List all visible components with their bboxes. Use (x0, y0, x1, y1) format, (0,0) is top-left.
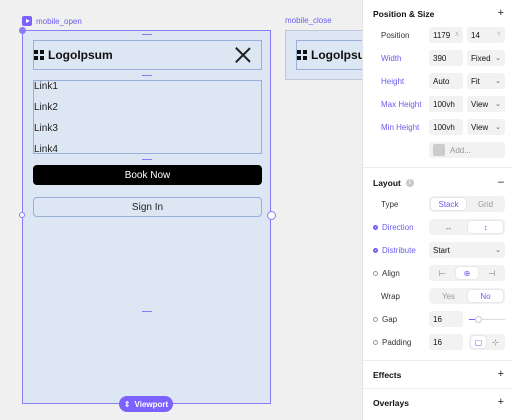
add-icon[interactable]: + (498, 8, 504, 19)
height-mode-select[interactable]: Fit ⌄ (467, 73, 505, 89)
spacing-marker (142, 75, 152, 76)
info-icon[interactable]: i (405, 179, 414, 187)
vertical-resize-icon: ⇕ (123, 399, 131, 409)
section-title-effects: Effects (373, 370, 402, 380)
position-x-input[interactable]: 1179 X (429, 27, 463, 43)
min-height-label: Min Height (381, 123, 420, 132)
max-height-input[interactable]: 100vh (429, 96, 463, 112)
navbar: LogoIpsum (33, 40, 262, 70)
divider (363, 388, 512, 389)
align-toggle: ⊢ ⊕ ⊣ (429, 265, 505, 281)
frame-mobile-open[interactable]: LogoIpsum Link1 Link2 Link3 Link4 Book N… (19, 27, 276, 404)
align-end-icon[interactable]: ⊣ (480, 267, 503, 279)
padding-input[interactable]: 16 (429, 334, 463, 350)
book-now-button[interactable]: Book Now (33, 165, 262, 185)
gap-input[interactable]: 16 (429, 311, 463, 327)
gap-slider-thumb[interactable] (475, 316, 482, 323)
gap-row-label: Gap (373, 315, 397, 324)
position-y-input[interactable]: 14 Y (467, 27, 505, 43)
direction-row-label: Direction (373, 223, 414, 232)
properties-panel: Position & Size + Position 1179 X 14 Y Wid… (362, 0, 512, 420)
padding-row-label: Padding (373, 338, 411, 347)
padding-mode-toggle: ▢ ⊹ (469, 334, 505, 350)
padding-uniform-icon[interactable]: ▢ (471, 336, 486, 348)
width-mode-select[interactable]: Fixed ⌄ (467, 50, 505, 66)
wrap-option-yes[interactable]: Yes (431, 290, 466, 302)
logo[interactable]: LogoIpsum (297, 48, 362, 62)
horizontal-arrow-icon[interactable]: ↔ (431, 221, 466, 233)
logo[interactable]: LogoIpsum (34, 48, 113, 62)
align-row-label: Align (373, 269, 400, 278)
distribute-select[interactable]: Start ⌄ (429, 242, 505, 258)
property-dot-icon[interactable] (373, 271, 378, 276)
wrap-toggle: Yes No (429, 288, 505, 304)
section-title-position-size: Position & Size (373, 9, 435, 19)
type-option-stack[interactable]: Stack (431, 198, 466, 210)
nav-link-4[interactable]: Link4 (34, 144, 58, 155)
max-height-label: Max Height (381, 100, 422, 109)
divider (363, 167, 512, 168)
direction-toggle: ↔ ↕ (429, 219, 505, 235)
frame-label-close[interactable]: mobile_close (285, 16, 332, 25)
chevron-down-icon: ⌄ (495, 78, 501, 85)
section-title-overlays: Overlays (373, 398, 409, 408)
links-list: Link1 Link2 Link3 Link4 (33, 80, 262, 155)
min-height-input[interactable]: 100vh (429, 119, 463, 135)
section-title-layout: Layout i (373, 178, 414, 188)
add-icon[interactable]: + (498, 369, 504, 380)
nav-link-1[interactable]: Link1 (34, 81, 58, 92)
distribute-row-label: Distribute (373, 246, 416, 255)
logo-icon (34, 50, 44, 60)
wrap-label: Wrap (381, 292, 400, 301)
vertical-arrow-icon[interactable]: ↕ (468, 221, 503, 233)
layout-type-toggle: Stack Grid (429, 196, 505, 212)
logo-icon (297, 50, 307, 60)
nav-link-2[interactable]: Link2 (34, 102, 58, 113)
property-dot-icon[interactable] (373, 317, 378, 322)
height-label: Height (381, 77, 405, 86)
add-constraint-icon (433, 144, 445, 156)
divider (363, 360, 512, 361)
min-height-mode-select[interactable]: View ⌄ (467, 119, 505, 135)
add-icon[interactable]: + (498, 397, 504, 408)
padding-individual-icon[interactable]: ⊹ (488, 336, 503, 348)
nav-link-3[interactable]: Link3 (34, 123, 58, 134)
chevron-down-icon: ⌄ (495, 247, 501, 254)
viewport-toggle-button[interactable]: ⇕ Viewport (119, 396, 173, 412)
remove-icon[interactable]: – (498, 177, 504, 188)
add-constraint-button[interactable]: Add... (429, 142, 505, 158)
selection-handle[interactable] (19, 27, 26, 34)
align-start-icon[interactable]: ⊢ (431, 267, 454, 279)
spacing-marker (142, 159, 152, 160)
chevron-down-icon: ⌄ (495, 101, 501, 108)
width-input[interactable]: 390 (429, 50, 463, 66)
frame-icon (22, 16, 32, 26)
gap-slider[interactable] (469, 316, 505, 323)
resize-handle-left[interactable] (19, 212, 25, 218)
chevron-down-icon: ⌄ (495, 55, 501, 62)
close-icon[interactable] (235, 47, 251, 63)
property-dot-icon[interactable] (373, 340, 378, 345)
spacing-marker (142, 34, 152, 35)
sign-in-button[interactable]: Sign In (33, 197, 262, 217)
frame-mobile-close[interactable]: LogoIpsum (285, 30, 362, 80)
property-dot-icon[interactable] (373, 248, 378, 253)
max-height-mode-select[interactable]: View ⌄ (467, 96, 505, 112)
type-option-grid[interactable]: Grid (468, 198, 503, 210)
resize-handle-right[interactable] (267, 211, 276, 220)
position-label: Position (381, 31, 410, 40)
type-label: Type (381, 200, 399, 209)
design-canvas[interactable]: mobile_open mobile_close LogoIpsum Link1… (0, 0, 362, 420)
height-input[interactable]: Auto (429, 73, 463, 89)
wrap-option-no[interactable]: No (468, 290, 503, 302)
property-dot-icon[interactable] (373, 225, 378, 230)
width-label: Width (381, 54, 402, 63)
chevron-down-icon: ⌄ (495, 124, 501, 131)
align-center-icon[interactable]: ⊕ (455, 267, 479, 279)
navbar: LogoIpsum (296, 40, 362, 70)
spacing-marker (142, 311, 152, 312)
frame-label-open[interactable]: mobile_open (22, 16, 82, 26)
